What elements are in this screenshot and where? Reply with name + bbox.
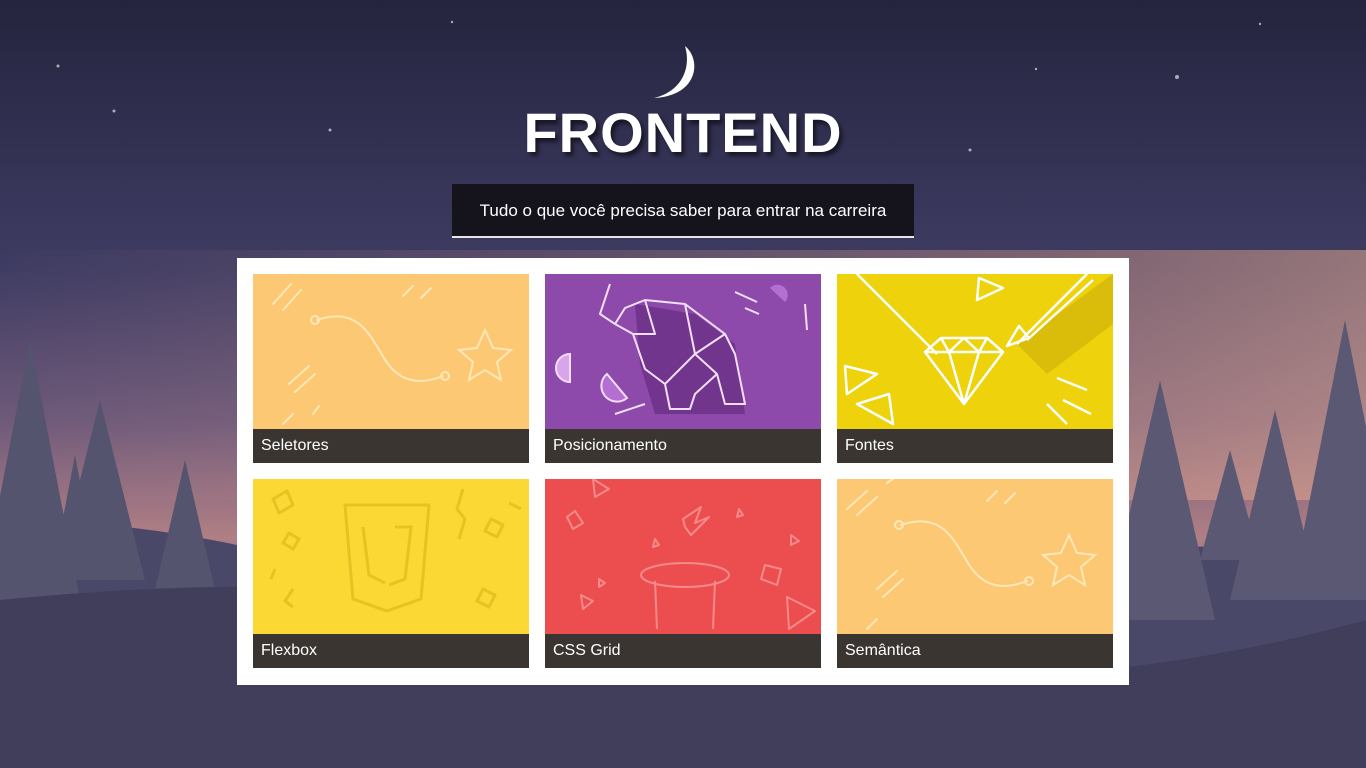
page-title: FRONTEND <box>523 101 843 164</box>
diamond-pencil-icon <box>837 274 1113 429</box>
magic-hat-icon <box>545 479 821 634</box>
topic-card-label: Posicionamento <box>545 429 821 463</box>
topic-card-label: Semântica <box>837 634 1113 668</box>
topics-panel: Seletores Posicionamento Fontes Flexbox … <box>237 258 1129 685</box>
topic-card-fontes[interactable]: Fontes <box>837 274 1113 463</box>
js-shield-icon <box>253 479 529 634</box>
topic-card-posicionamento[interactable]: Posicionamento <box>545 274 821 463</box>
topic-card-semantica[interactable]: Semântica <box>837 479 1113 668</box>
topic-card-label: Flexbox <box>253 634 529 668</box>
topic-card-label: CSS Grid <box>545 634 821 668</box>
tagline-banner: Tudo o que você precisa saber para entra… <box>452 184 914 238</box>
topics-grid: Seletores Posicionamento Fontes Flexbox … <box>253 274 1113 669</box>
origami-elephant-icon <box>545 274 821 429</box>
star-path-icon <box>837 479 1113 634</box>
topic-card-seletores[interactable]: Seletores <box>253 274 529 463</box>
topic-card-label: Seletores <box>253 429 529 463</box>
topic-card-flexbox[interactable]: Flexbox <box>253 479 529 668</box>
topic-card-label: Fontes <box>837 429 1113 463</box>
topic-card-css-grid[interactable]: CSS Grid <box>545 479 821 668</box>
star-path-icon <box>253 274 529 429</box>
